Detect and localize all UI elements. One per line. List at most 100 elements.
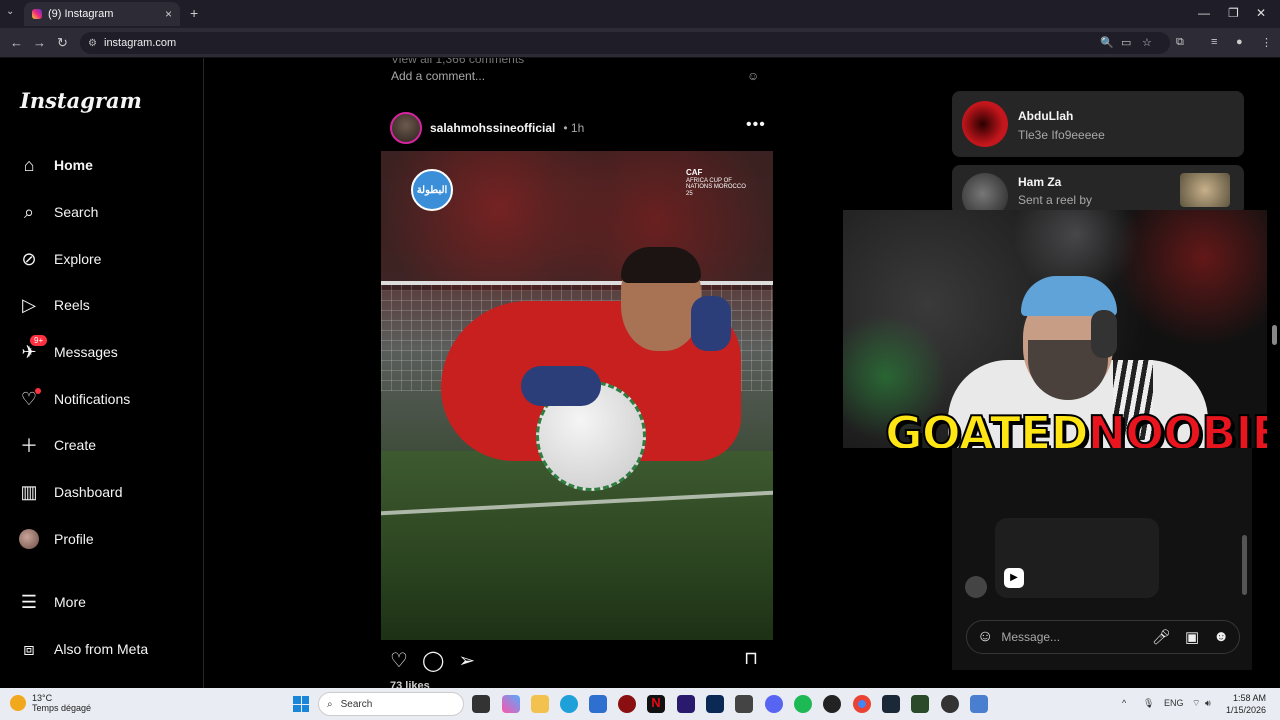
dm-chat-panel: ▶ ☺ Message... 🎤︎ ▣ ☻ (952, 448, 1252, 670)
sidebar-item-label: Create (54, 437, 97, 453)
avatar (19, 529, 39, 549)
tab-list-dropdown-icon[interactable]: ⌄ (6, 6, 14, 17)
dm-name: AbduLlah (1018, 109, 1074, 123)
profile-avatar-icon[interactable]: ● (1236, 36, 1243, 48)
sidebar-item-more[interactable]: ☰ More (18, 589, 86, 615)
sidebar-item-also-from-meta[interactable]: ⧈ Also from Meta (18, 636, 148, 662)
store-icon[interactable] (589, 695, 607, 713)
sidebar-item-create[interactable]: ＋ Create (18, 432, 96, 458)
instagram-favicon-icon (32, 9, 42, 19)
afcon-logo: CAF AFRICA CUP OF NATIONS MOROCCO 25 (686, 168, 746, 203)
spotify-icon[interactable] (794, 695, 812, 713)
likes-count[interactable]: 73 likes (390, 680, 430, 688)
minimize-button[interactable]: — (1198, 6, 1210, 20)
tab-instagram[interactable]: (9) Instagram × (24, 2, 180, 26)
sidebar-item-profile[interactable]: Profile (18, 526, 94, 552)
taskbar-search-label: Search (340, 698, 373, 710)
task-view-icon[interactable] (472, 695, 490, 713)
chrome-icon[interactable] (853, 695, 871, 713)
new-tab-button[interactable]: + (190, 5, 198, 21)
language-indicator[interactable]: ENG (1164, 698, 1184, 708)
post-username[interactable]: salahmohssineofficial (430, 121, 555, 135)
player-hair (621, 247, 701, 283)
tab-close-icon[interactable]: × (165, 7, 172, 21)
sidebar-item-notifications[interactable]: ♡ Notifications (18, 386, 130, 412)
sidebar: Instagram ⌂ Home ⌕ Search ⊘ Explore ▷ Re… (0, 58, 204, 688)
windows-taskbar: 13°C Temps dégagé ⌕ Search N ^ 🎙︎ ENG ⌔ … (0, 688, 1280, 720)
dm-thread-abdullah[interactable]: AbduLlah Tle3e Ifo9eeeee (952, 91, 1244, 157)
windows-start-icon[interactable] (293, 696, 309, 712)
volume-icon[interactable]: 🔊︎ (1205, 698, 1211, 709)
microphone-tray-icon[interactable]: 🎙︎ (1143, 698, 1154, 709)
snipping-icon[interactable] (970, 695, 988, 713)
reel-thumbnail (1180, 173, 1230, 207)
discord-icon[interactable] (765, 695, 783, 713)
zoom-icon[interactable]: 🔍 (1100, 36, 1114, 49)
bookmark-star-icon[interactable]: ☆ (1142, 36, 1152, 49)
message-input[interactable]: ☺ Message... 🎤︎ ▣ ☻ (966, 620, 1240, 654)
network-icon[interactable]: ⌔ (1192, 698, 1200, 709)
copilot-icon[interactable] (502, 695, 520, 713)
dm-preview: Tle3e Ifo9eeeee (1018, 128, 1105, 142)
emoji-icon[interactable]: ☺ (977, 628, 993, 646)
photoshop-icon[interactable] (706, 695, 724, 713)
heart-icon: ♡ (18, 388, 41, 410)
reel-icon: ▶ (1004, 568, 1024, 588)
page-scrollbar[interactable] (1272, 325, 1277, 345)
obs-icon[interactable] (823, 695, 841, 713)
home-icon: ⌂ (23, 154, 35, 175)
premiere-icon[interactable] (677, 695, 695, 713)
webcam-overlay: GOATEDNOOBIE (843, 210, 1267, 448)
extensions-icon[interactable]: ⧉ (1176, 36, 1184, 49)
sidebar-item-messages[interactable]: ✈ 9+ Messages (18, 335, 118, 365)
weather-widget[interactable]: 13°C Temps dégagé (10, 693, 91, 714)
overlay-part1: GOATED (884, 405, 1090, 448)
like-heart-icon[interactable]: ♡ (390, 648, 408, 673)
post-options-icon[interactable]: ••• (746, 116, 766, 134)
system-clock[interactable]: 1:58 AM 1/15/2026 (1226, 693, 1266, 716)
image-icon[interactable]: ▣ (1185, 628, 1199, 646)
share-icon[interactable]: ➢ (458, 648, 475, 673)
reload-icon[interactable]: ↻ (57, 35, 68, 51)
forward-icon[interactable]: → (33, 35, 46, 50)
chat-scrollbar[interactable] (1242, 535, 1247, 595)
media-icon[interactable]: ≡ (1211, 36, 1217, 48)
sidebar-item-explore[interactable]: ⊘ Explore (18, 246, 101, 272)
post-image[interactable]: البطولة CAF AFRICA CUP OF NATIONS MOROCCO… (381, 151, 773, 640)
sidebar-item-dashboard[interactable]: ▥ Dashboard (18, 479, 122, 505)
dm-thread-hamza[interactable]: Ham Za Sent a reel by (952, 165, 1244, 215)
close-window-button[interactable]: ✕ (1256, 6, 1266, 20)
save-bookmark-icon[interactable]: ⊓ (744, 648, 758, 669)
app-icon-green[interactable] (911, 695, 929, 713)
sidebar-item-search[interactable]: ⌕ Search (18, 199, 98, 225)
browser-menu-icon[interactable]: ⋮ (1261, 36, 1272, 49)
messages-badge: 9+ (30, 335, 48, 346)
site-info-icon[interactable]: ⚙ (88, 38, 97, 49)
restore-button[interactable]: ❐ (1228, 6, 1239, 20)
back-icon[interactable]: ← (10, 35, 23, 50)
view-all-comments-link[interactable]: View all 1,366 comments (391, 58, 524, 66)
app-icon-dark[interactable] (941, 695, 959, 713)
temperature: 13°C (32, 693, 53, 703)
app-icon-red[interactable] (618, 695, 636, 713)
file-explorer-icon[interactable] (531, 695, 549, 713)
add-comment-input[interactable]: Add a comment... (391, 69, 485, 83)
avatar[interactable] (390, 112, 422, 144)
tray-overflow-icon[interactable]: ^ (1122, 698, 1126, 708)
app-icon-gray[interactable] (735, 695, 753, 713)
taskbar-search[interactable]: ⌕ Search (318, 692, 464, 716)
sidebar-item-home[interactable]: ⌂ Home (18, 152, 93, 178)
edge-icon[interactable] (560, 695, 578, 713)
emoji-icon[interactable]: ☺ (747, 69, 759, 83)
cast-icon[interactable]: ▭ (1121, 36, 1131, 49)
message-placeholder: Message... (1001, 630, 1061, 644)
dashboard-icon: ▥ (20, 481, 38, 502)
instagram-logo[interactable]: Instagram (20, 88, 142, 113)
comment-icon[interactable]: ◯ (422, 648, 444, 673)
steam-icon[interactable] (882, 695, 900, 713)
sidebar-item-reels[interactable]: ▷ Reels (18, 292, 90, 318)
netflix-icon[interactable]: N (647, 695, 665, 713)
url-field[interactable]: ⚙ instagram.com (80, 32, 1170, 54)
microphone-icon[interactable]: 🎤︎ (1152, 628, 1171, 646)
sticker-icon[interactable]: ☻ (1213, 628, 1229, 646)
